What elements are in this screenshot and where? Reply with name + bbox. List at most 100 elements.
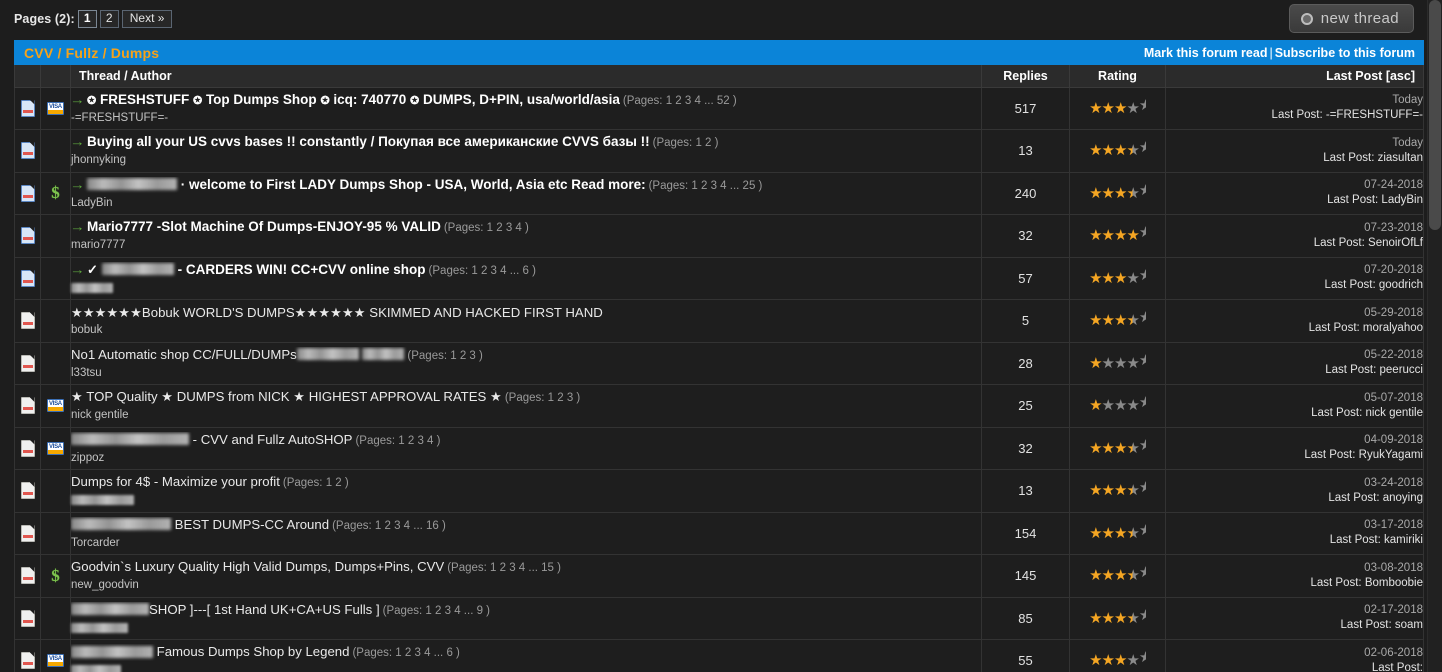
- star-4[interactable]: ★: [1126, 610, 1139, 627]
- thread-title[interactable]: Goodvin`s Luxury Quality High Valid Dump…: [71, 559, 981, 576]
- star-2[interactable]: ★: [1102, 440, 1115, 457]
- rating-stars[interactable]: ★★★★★: [1089, 311, 1146, 328]
- star-4[interactable]: ★: [1126, 482, 1139, 499]
- thread-author[interactable]: [71, 282, 981, 295]
- thread-author[interactable]: [71, 664, 981, 672]
- rating-stars[interactable]: ★★★★★: [1089, 524, 1146, 541]
- thread-pages-links[interactable]: (Pages: 1 2 3 4 ... 16 ): [332, 520, 446, 532]
- column-header-thread[interactable]: Thread / Author: [70, 65, 982, 88]
- star-3[interactable]: ★: [1114, 567, 1127, 584]
- star-5[interactable]: ★: [1139, 396, 1146, 410]
- star-2[interactable]: ★: [1102, 312, 1115, 329]
- thread-pages-links[interactable]: (Pages: 1 2 3 4 ... 6 ): [429, 265, 536, 277]
- star-5[interactable]: ★: [1139, 354, 1146, 368]
- last-post-user[interactable]: Last Post: SenoirOfLf: [1166, 236, 1423, 251]
- rating-stars[interactable]: ★★★★★: [1089, 354, 1146, 371]
- go-to-first-unread-icon[interactable]: →: [71, 219, 85, 235]
- thread-title[interactable]: BEST DUMPS-CC Around (Pages: 1 2 3 4 ... …: [71, 517, 981, 534]
- star-1[interactable]: ★: [1089, 100, 1102, 117]
- table-row[interactable]: ★★★★★★Bobuk WORLD'S DUMPS★★★★★★ SKIMMED …: [14, 299, 1424, 343]
- thread-title[interactable]: Famous Dumps Shop by Legend (Pages: 1 2 3…: [71, 644, 981, 661]
- star-4[interactable]: ★: [1126, 142, 1139, 159]
- thread-title[interactable]: → ✓ - CARDERS WIN! CC+CVV online shop (Pag…: [71, 262, 981, 279]
- star-5[interactable]: ★: [1139, 651, 1146, 665]
- star-1[interactable]: ★: [1089, 227, 1102, 244]
- thread-author[interactable]: nick gentile: [71, 409, 981, 422]
- rating-stars[interactable]: ★★★★★: [1089, 439, 1146, 456]
- star-2[interactable]: ★: [1102, 482, 1115, 499]
- thread-pages-links[interactable]: (Pages: 1 2 3 4 ... 9 ): [383, 605, 490, 617]
- star-4[interactable]: ★: [1126, 227, 1139, 244]
- star-2[interactable]: ★: [1102, 355, 1115, 372]
- last-post-user[interactable]: Last Post: kamiriki: [1166, 533, 1423, 548]
- star-2[interactable]: ★: [1102, 227, 1115, 244]
- thread-title[interactable]: → ✪ FRESHSTUFF ✪ Top Dumps Shop ✪ icq: 74…: [71, 92, 981, 109]
- thread-pages-links[interactable]: (Pages: 1 2 ): [283, 477, 349, 489]
- star-3[interactable]: ★: [1114, 355, 1127, 372]
- last-post-user[interactable]: Last Post: RyukYagami: [1166, 448, 1423, 463]
- star-5[interactable]: ★: [1139, 609, 1146, 623]
- star-3[interactable]: ★: [1114, 142, 1127, 159]
- thread-author[interactable]: -=FRESHSTUFF=-: [71, 112, 981, 125]
- star-4[interactable]: ★: [1126, 312, 1139, 329]
- star-1[interactable]: ★: [1089, 397, 1102, 414]
- table-row[interactable]: VISA ★ TOP Quality ★ DUMPS from NICK ★ HI…: [14, 384, 1424, 428]
- rating-stars[interactable]: ★★★★★: [1089, 651, 1146, 668]
- star-5[interactable]: ★: [1139, 226, 1146, 240]
- star-4[interactable]: ★: [1126, 100, 1139, 117]
- star-3[interactable]: ★: [1114, 440, 1127, 457]
- table-row[interactable]: → Buying all your US cvvs bases !! consta…: [14, 129, 1424, 173]
- star-2[interactable]: ★: [1102, 652, 1115, 669]
- thread-author[interactable]: [71, 622, 981, 635]
- rating-stars[interactable]: ★★★★★: [1089, 99, 1146, 116]
- thread-author[interactable]: bobuk: [71, 324, 981, 337]
- thread-pages-links[interactable]: (Pages: 1 2 3 4 ): [355, 435, 440, 447]
- table-row[interactable]: VISA Famous Dumps Shop by Legend (Pages: …: [14, 639, 1424, 672]
- star-2[interactable]: ★: [1102, 100, 1115, 117]
- column-header-last-post[interactable]: Last Post [asc]: [1165, 65, 1424, 88]
- last-post-user[interactable]: Last Post: nick gentile: [1166, 406, 1423, 421]
- star-2[interactable]: ★: [1102, 185, 1115, 202]
- vertical-scrollbar[interactable]: [1427, 0, 1442, 672]
- star-1[interactable]: ★: [1089, 482, 1102, 499]
- table-row[interactable]: Dumps for 4$ - Maximize your profit (Page…: [14, 469, 1424, 513]
- star-3[interactable]: ★: [1114, 227, 1127, 244]
- table-row[interactable]: $ Goodvin`s Luxury Quality High Valid Dum…: [14, 554, 1424, 598]
- thread-pages-links[interactable]: (Pages: 1 2 3 4 ): [444, 222, 529, 234]
- thread-title[interactable]: - CVV and Fullz AutoSHOP (Pages: 1 2 3 4 …: [71, 432, 981, 449]
- thread-pages-links[interactable]: (Pages: 1 2 3 ): [407, 350, 482, 362]
- star-3[interactable]: ★: [1114, 397, 1127, 414]
- table-row[interactable]: → ✓ - CARDERS WIN! CC+CVV online shop (Pag…: [14, 256, 1424, 300]
- last-post-user[interactable]: Last Post: peerucci: [1166, 363, 1423, 378]
- table-row[interactable]: $ → · welcome to First LADY Dumps Shop - …: [14, 171, 1424, 215]
- go-to-first-unread-icon[interactable]: →: [71, 134, 85, 150]
- thread-title[interactable]: Dumps for 4$ - Maximize your profit (Page…: [71, 474, 981, 491]
- thread-title[interactable]: ★★★★★★Bobuk WORLD'S DUMPS★★★★★★ SKIMMED …: [71, 305, 981, 321]
- table-row[interactable]: VISA - CVV and Fullz AutoSHOP (Pages: 1 2…: [14, 426, 1424, 470]
- pagination-page-2[interactable]: 2: [99, 10, 119, 28]
- thread-author[interactable]: jhonnyking: [71, 154, 981, 167]
- star-3[interactable]: ★: [1114, 312, 1127, 329]
- star-4[interactable]: ★: [1126, 652, 1139, 669]
- star-4[interactable]: ★: [1126, 355, 1139, 372]
- subscribe-forum-link[interactable]: Subscribe to this forum: [1275, 46, 1415, 60]
- rating-stars[interactable]: ★★★★★: [1089, 269, 1146, 286]
- rating-stars[interactable]: ★★★★★: [1089, 566, 1146, 583]
- star-3[interactable]: ★: [1114, 185, 1127, 202]
- star-2[interactable]: ★: [1102, 270, 1115, 287]
- star-5[interactable]: ★: [1139, 439, 1146, 453]
- star-5[interactable]: ★: [1139, 566, 1146, 580]
- star-2[interactable]: ★: [1102, 142, 1115, 159]
- thread-pages-links[interactable]: (Pages: 1 2 3 4 ... 6 ): [352, 647, 459, 659]
- table-row[interactable]: SHOP ]---[ 1st Hand UK+CA+US Fulls ] (Pag…: [14, 596, 1424, 640]
- column-header-replies[interactable]: Replies: [981, 65, 1070, 88]
- star-2[interactable]: ★: [1102, 567, 1115, 584]
- thread-author[interactable]: [71, 494, 981, 507]
- table-row[interactable]: No1 Automatic shop CC/FULL/DUMPs (Pages:…: [14, 341, 1424, 385]
- thread-author[interactable]: zippoz: [71, 452, 981, 465]
- star-5[interactable]: ★: [1139, 311, 1146, 325]
- star-4[interactable]: ★: [1126, 525, 1139, 542]
- star-1[interactable]: ★: [1089, 270, 1102, 287]
- thread-pages-links[interactable]: (Pages: 1 2 3 4 ... 52 ): [623, 95, 737, 107]
- new-thread-button[interactable]: new thread: [1288, 4, 1414, 33]
